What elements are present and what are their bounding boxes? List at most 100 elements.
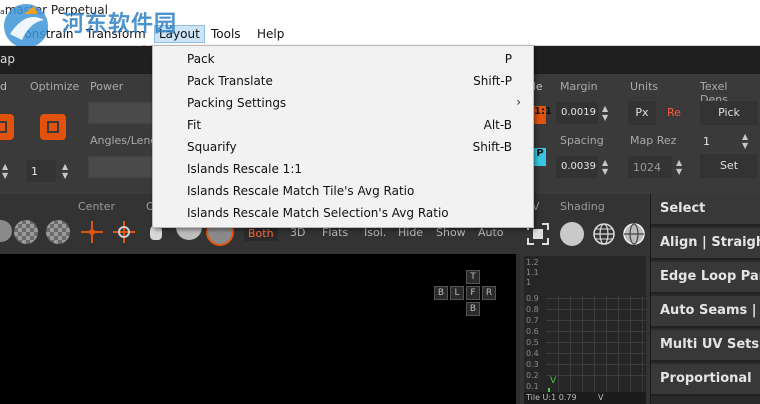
viewcube-bottom[interactable]: B [466,302,480,316]
checker-sphere-icon-3[interactable] [46,220,70,244]
power-field[interactable] [88,102,152,124]
margin-field[interactable]: 0.0019 [556,102,598,124]
stepper-left-icon[interactable]: ▲ ▼ [2,162,8,180]
menu-item-pack[interactable]: Pack P [153,48,533,70]
grid-line [546,309,646,310]
viewcube-back-left[interactable]: B [434,286,448,300]
menu-layout[interactable]: Layout [154,25,205,43]
grid-line [546,364,646,365]
grid-label-0-4: 0.4 [526,349,539,358]
menu-item-label: Pack [187,52,215,66]
menu-item-rescale-match-tile[interactable]: Islands Rescale Match Tile's Avg Ratio [153,180,533,202]
menu-constrain[interactable]: Constrain [12,26,78,42]
shade-checker-icon[interactable] [622,222,646,246]
menu-item-shortcut: Alt-B [483,118,512,132]
texel-stepper-icon[interactable]: ▲ ▼ [742,132,748,150]
texel-set-button[interactable]: Set [700,154,758,178]
sidebar-item-auto-seams[interactable]: Auto Seams | Fu [651,296,760,328]
label-shading: Shading [560,200,605,213]
units-re-button[interactable]: Re [660,101,688,125]
pivot-center-icon[interactable] [112,220,136,244]
sidebar-item-select[interactable]: Select [651,194,760,226]
menu-item-islands-rescale[interactable]: Islands Rescale 1:1 [153,158,533,180]
grid-line [546,353,646,354]
label-power: Power [90,80,124,93]
tag-one-to-one[interactable]: 1:1 [534,106,552,124]
right-sidebar: Select Align | Straight Edge Loop Para A… [650,194,760,404]
menu-item-fit[interactable]: Fit Alt-B [153,114,533,136]
spacing-stepper-icon[interactable]: ▲ ▼ [602,158,608,176]
grid-line [618,296,619,404]
grid-line [606,296,607,404]
shade-solid-icon[interactable] [560,222,584,246]
grid-line [582,296,583,404]
menu-item-pack-translate[interactable]: Pack Translate Shift-P [153,70,533,92]
menu-item-shortcut: Shift-P [473,74,512,88]
texel-value-field[interactable]: 1 [698,130,738,152]
label-center: Center [78,200,116,213]
menu-help[interactable]: Help [253,26,288,42]
viewcube-right[interactable]: R [482,286,496,300]
grid-line [594,296,595,404]
units-px-button[interactable]: Px [628,101,656,125]
tile-label: Tile U:1 0.79 [526,393,577,402]
map-rez-stepper-icon[interactable]: ▲ ▼ [676,158,682,176]
menu-transform[interactable]: Transform [82,26,150,42]
tile-bar: Tile U:1 0.79 V [524,392,646,404]
grid-label-0-9: 0.9 [526,294,539,303]
sidebar-item-edge-loop[interactable]: Edge Loop Para [651,262,760,294]
texel-pick-button[interactable]: Pick [700,101,758,125]
segment-both[interactable]: Both [244,226,278,241]
label-optimize: Optimize [30,80,80,93]
window-title: ₐmaster Perpetual [0,3,108,17]
sidebar-item-align[interactable]: Align | Straight [651,228,760,260]
grid-label-0-8: 0.8 [526,305,539,314]
move-center-icon[interactable] [80,220,104,244]
menu-item-label: Pack Translate [187,74,273,88]
menu-item-label: Islands Rescale Match Tile's Avg Ratio [187,184,415,198]
tag-p-button[interactable]: P [534,148,546,166]
viewcube-left[interactable]: L [450,286,464,300]
menu-item-label: Fit [187,118,202,132]
uv-panel: V Shading 1.2 1.1 1 0.9 0.8 0.7 0.6 0.5 … [520,194,650,404]
viewcube-top[interactable]: T [466,270,480,284]
grid-label-0-5: 0.5 [526,338,539,347]
sidebar-item-multi-uv[interactable]: Multi UV Sets [651,330,760,362]
3d-viewport[interactable]: T B L F R B [0,254,516,404]
grid-label-0-2: 0.2 [526,371,539,380]
grid-label-0-1: 0.1 [526,382,539,391]
checker-sphere-icon-2[interactable] [14,220,38,244]
grid-label-0-3: 0.3 [526,360,539,369]
spacing-field[interactable]: 0.0039 [556,156,598,178]
margin-stepper-icon[interactable]: ▲ ▼ [602,104,608,122]
menu-item-squarify[interactable]: Squarify Shift-B [153,136,533,158]
grid-label-0-7: 0.7 [526,316,539,325]
checker-sphere-icon[interactable] [0,220,12,242]
uv-grid[interactable]: 1.2 1.1 1 0.9 0.8 0.7 0.6 0.5 0.4 0.3 0.… [524,256,646,404]
grid-line [546,342,646,343]
grid-line [570,296,571,404]
label-angles: Angles/Leng [90,134,158,147]
grid-label-1-2: 1.2 [526,258,539,267]
map-rez-field[interactable]: 1024 [628,156,672,178]
shade-wire-icon[interactable] [592,222,616,246]
viewcube-front[interactable]: F [466,286,480,300]
optimize-value-field[interactable]: 1 [26,160,56,182]
menu-item-shortcut: P [504,52,512,66]
label-margin: Margin [560,80,598,93]
optimize-button[interactable] [40,114,66,140]
axis-v-label: V [550,376,557,386]
angles-field[interactable] [88,156,152,178]
menu-item-label: Packing Settings [187,96,287,110]
grid-line [546,331,646,332]
label-d: d [0,80,7,93]
sidebar-item-proportional[interactable]: Proportional [651,364,760,396]
menu-tools[interactable]: Tools [207,26,245,42]
optimize-left-button[interactable] [0,114,14,140]
menu-item-rescale-match-selection[interactable]: Islands Rescale Match Selection's Avg Ra… [153,202,533,224]
menu-item-packing-settings[interactable]: Packing Settings › [153,92,533,114]
grid-label-1-1: 1.1 [526,268,539,277]
label-units: Units [630,80,659,93]
optimize-stepper-icon[interactable]: ▲ ▼ [62,162,68,180]
label-map-rez: Map Rez [630,134,677,147]
